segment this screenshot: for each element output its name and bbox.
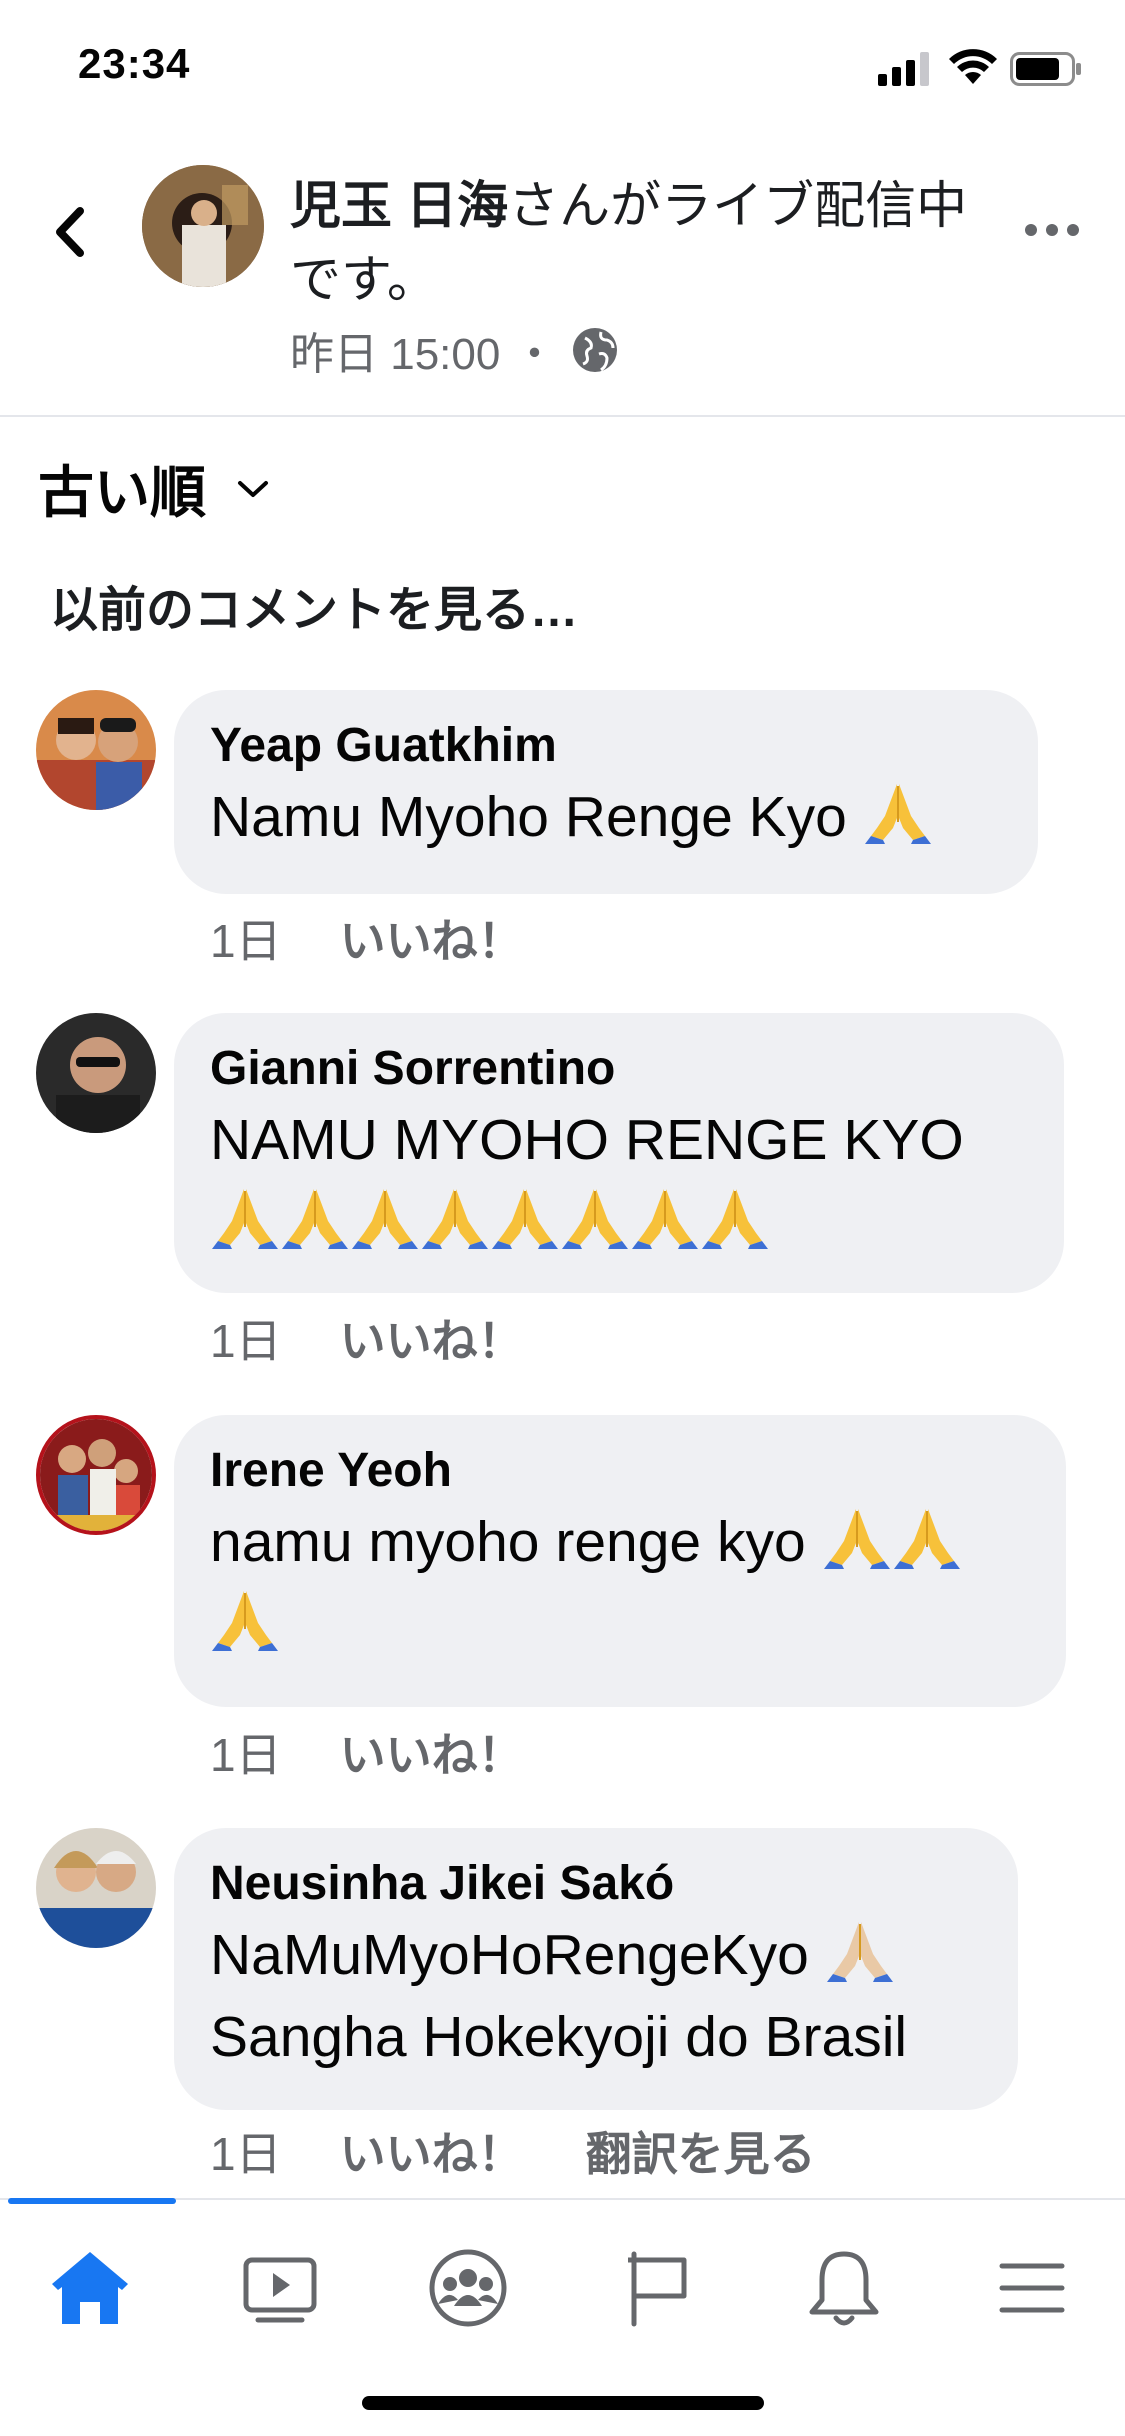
like-button[interactable]: いいね！ bbox=[340, 905, 524, 971]
view-previous-comments-link[interactable]: 以前のコメントを見る… bbox=[50, 570, 578, 640]
like-button[interactable]: いいね！ bbox=[340, 2118, 524, 2184]
prayer-emoji-row bbox=[825, 1922, 895, 1987]
globe-icon bbox=[572, 328, 617, 372]
active-tab-indicator bbox=[8, 2198, 176, 2204]
folded-hands-emoji bbox=[702, 1189, 768, 1249]
commenter-name[interactable]: Neusinha Jikei Sakó bbox=[210, 1854, 982, 1914]
back-chevron-icon[interactable] bbox=[42, 197, 102, 267]
prayer-emoji-row bbox=[210, 1189, 770, 1254]
comment-text: Namu Myoho Renge Kyo bbox=[210, 776, 1002, 858]
see-translation-button[interactable]: 翻訳を見る bbox=[586, 2118, 816, 2184]
commenter-name[interactable]: Gianni Sorrentino bbox=[210, 1039, 1028, 1099]
menu-icon[interactable] bbox=[984, 2240, 1080, 2336]
prayer-emoji-row bbox=[863, 784, 933, 849]
folded-hands-emoji bbox=[212, 1591, 278, 1651]
folded-hands-emoji bbox=[282, 1189, 348, 1249]
post-time[interactable]: 昨日 15:00 ・ bbox=[290, 318, 557, 382]
comment-text: namu myoho renge kyo bbox=[210, 1501, 1030, 1665]
comment-actions: 1日 いいね！ 翻訳を見る bbox=[210, 2118, 816, 2184]
status-time: 23:34 bbox=[78, 40, 191, 87]
sort-dropdown[interactable]: 古い順 bbox=[38, 448, 270, 529]
post-title: 児玉 日海さんがライブ配信中です。 bbox=[290, 169, 990, 317]
poster-avatar[interactable] bbox=[142, 165, 264, 287]
like-button[interactable]: いいね！ bbox=[340, 1719, 524, 1785]
sort-label: 古い順 bbox=[38, 461, 206, 524]
folded-hands-emoji bbox=[823, 1509, 890, 1569]
more-dots-icon[interactable] bbox=[1022, 215, 1082, 245]
avatar[interactable] bbox=[36, 1415, 156, 1535]
comment-body-line2: Sangha Hokekyoji do Brasil bbox=[210, 2005, 908, 2069]
commenter-name[interactable]: Yeap Guatkhim bbox=[210, 716, 1002, 776]
comment-actions: 1日 いいね！ bbox=[210, 1305, 586, 1371]
folded-hands-emoji bbox=[632, 1189, 698, 1249]
status-bar: 23:34 bbox=[0, 0, 1125, 135]
comment-body: NAMU MYOHO RENGE KYO bbox=[210, 1108, 964, 1172]
avatar[interactable] bbox=[36, 690, 156, 810]
comment-bubble: Irene Yeoh namu myoho renge kyo bbox=[174, 1415, 1066, 1707]
home-icon[interactable] bbox=[42, 2240, 138, 2336]
comment-time[interactable]: 1日 bbox=[210, 1719, 282, 1785]
comment-time[interactable]: 1日 bbox=[210, 1305, 282, 1371]
comment-bubble: Yeap Guatkhim Namu Myoho Renge Kyo bbox=[174, 690, 1038, 894]
comment-bubble: Gianni Sorrentino NAMU MYOHO RENGE KYO bbox=[174, 1013, 1064, 1293]
comment-text: NAMU MYOHO RENGE KYO bbox=[210, 1099, 1028, 1263]
chevron-down-icon bbox=[238, 480, 268, 497]
facebook-live-comments-screen: 23:34 児玉 日海さんがライブ配信中です。 昨日 15:00 ・ 古い順 以… bbox=[0, 0, 1125, 2436]
pages-flag-icon[interactable] bbox=[610, 2240, 706, 2336]
commenter-name[interactable]: Irene Yeoh bbox=[210, 1441, 1030, 1501]
folded-hands-emoji bbox=[893, 1509, 960, 1569]
avatar[interactable] bbox=[36, 1013, 156, 1133]
comment-body: namu myoho renge kyo bbox=[210, 1510, 806, 1574]
comment-actions: 1日 いいね！ bbox=[210, 905, 586, 971]
groups-icon[interactable] bbox=[420, 2240, 516, 2336]
home-indicator bbox=[362, 2396, 764, 2410]
folded-hands-emoji bbox=[826, 1922, 893, 1982]
notifications-bell-icon[interactable] bbox=[796, 2240, 892, 2336]
video-icon[interactable] bbox=[232, 2240, 328, 2336]
poster-name[interactable]: 児玉 日海 bbox=[290, 177, 508, 234]
folded-hands-emoji bbox=[562, 1189, 628, 1249]
comment-text: NaMuMyoHoRengeKyo Sangha Hokekyoji do Br… bbox=[210, 1914, 982, 2078]
comment-actions: 1日 いいね！ bbox=[210, 1719, 586, 1785]
cellular-signal-icon bbox=[878, 52, 929, 86]
wifi-icon bbox=[949, 49, 997, 84]
comment-bubble: Neusinha Jikei Sakó NaMuMyoHoRengeKyo Sa… bbox=[174, 1828, 1018, 2110]
folded-hands-emoji bbox=[492, 1189, 558, 1249]
post-header: 児玉 日海さんがライブ配信中です。 昨日 15:00 ・ bbox=[0, 135, 1125, 417]
comment-time[interactable]: 1日 bbox=[210, 2118, 282, 2184]
battery-icon bbox=[1010, 52, 1081, 86]
folded-hands-emoji bbox=[422, 1189, 488, 1249]
comment-body: Namu Myoho Renge Kyo bbox=[210, 785, 847, 849]
folded-hands-emoji bbox=[212, 1189, 278, 1249]
avatar[interactable] bbox=[36, 1828, 156, 1948]
like-button[interactable]: いいね！ bbox=[340, 1305, 524, 1371]
comment-time[interactable]: 1日 bbox=[210, 905, 282, 971]
folded-hands-emoji bbox=[352, 1189, 418, 1249]
comment-body: NaMuMyoHoRengeKyo bbox=[210, 1923, 809, 1987]
folded-hands-emoji bbox=[864, 784, 931, 844]
post-meta: 昨日 15:00 ・ bbox=[290, 318, 619, 382]
